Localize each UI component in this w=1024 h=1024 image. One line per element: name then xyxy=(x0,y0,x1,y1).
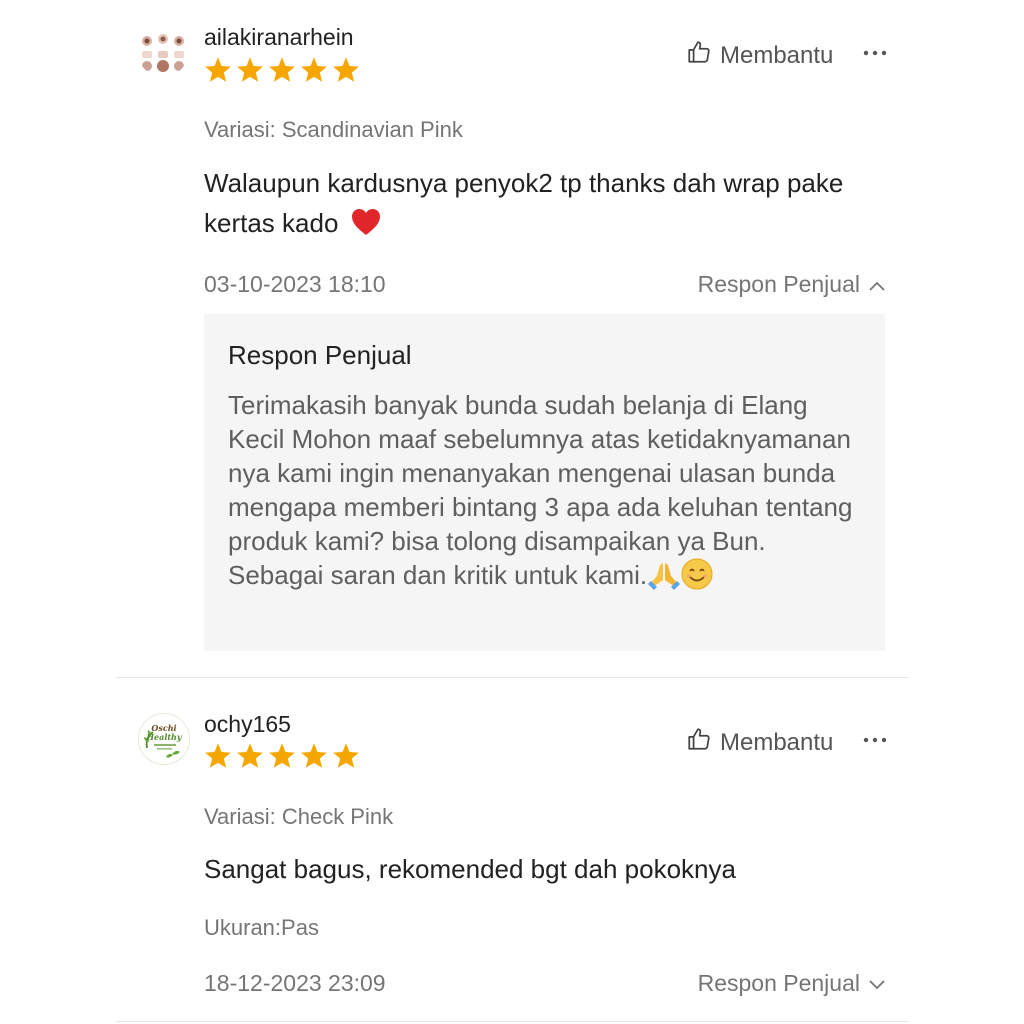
avatar[interactable]: Oschi Healthy xyxy=(138,713,190,765)
seller-response-toggle-label: Respon Penjual xyxy=(697,271,860,297)
avatar[interactable] xyxy=(138,27,188,77)
star-icon xyxy=(300,742,328,769)
seller-response-toggle[interactable]: Respon Penjual xyxy=(698,970,886,997)
variation-label: Variasi: Scandinavian Pink xyxy=(204,117,463,142)
seller-response-title: Respon Penjual xyxy=(228,340,412,370)
seller-response-body: Terimakasih banyak bunda sudah belanja d… xyxy=(228,390,853,590)
helpful-label: Membantu xyxy=(720,728,834,756)
size-note: Ukuran:Pas xyxy=(204,915,319,940)
seller-response-box: Respon Penjual Terimakasih banyak bunda … xyxy=(204,314,885,651)
star-icon xyxy=(204,742,232,769)
avatar-image: Oschi Healthy xyxy=(139,714,189,764)
chevron-up-icon xyxy=(868,271,886,298)
more-options-button[interactable] xyxy=(862,730,888,750)
thumbs-up-icon xyxy=(686,726,712,759)
review-timestamp: 03-10-2023 18:10 xyxy=(204,271,386,297)
review-timestamp: 18-12-2023 23:09 xyxy=(204,970,386,996)
more-horizontal-icon xyxy=(863,737,887,743)
username[interactable]: ailakiranarhein xyxy=(204,24,354,51)
star-icon xyxy=(300,56,328,83)
star-rating xyxy=(204,56,360,83)
seller-response-text: Terimakasih banyak bunda sudah belanja d… xyxy=(228,388,868,598)
more-options-button[interactable] xyxy=(862,43,888,63)
avatar-image xyxy=(138,27,188,77)
avatar-text-line-2: Healthy xyxy=(145,732,182,742)
chevron-down-icon xyxy=(868,970,886,997)
more-horizontal-icon xyxy=(863,50,887,56)
star-icon xyxy=(236,742,264,769)
star-icon xyxy=(332,56,360,83)
star-icon xyxy=(332,742,360,769)
divider xyxy=(116,1021,909,1022)
variation-label: Variasi: Check Pink xyxy=(204,804,394,829)
smiling-face-icon xyxy=(681,558,713,598)
review-comment: Sangat bagus, rekomended bgt dah pokokny… xyxy=(204,849,904,889)
review-comment: Walaupun kardusnya penyok2 tp thanks dah… xyxy=(204,163,904,248)
red-heart-icon xyxy=(350,207,382,248)
review-comment-text: Sangat bagus, rekomended bgt dah pokokny… xyxy=(204,854,736,884)
star-icon xyxy=(236,56,264,83)
review-item: ailakiranarhein Membantu Variasi: Scandi… xyxy=(0,0,1024,680)
seller-response-toggle-label: Respon Penjual xyxy=(697,970,860,996)
thumbs-up-icon xyxy=(686,39,712,72)
star-rating xyxy=(204,742,360,769)
star-icon xyxy=(268,56,296,83)
star-icon xyxy=(268,742,296,769)
review-item: Oschi Healthy ochy165 Membantu Variasi: … xyxy=(0,680,1024,1024)
helpful-label: Membantu xyxy=(720,41,834,69)
star-icon xyxy=(204,56,232,83)
helpful-button[interactable]: Membantu xyxy=(686,726,833,759)
divider xyxy=(116,677,909,678)
seller-response-toggle[interactable]: Respon Penjual xyxy=(698,271,886,298)
username[interactable]: ochy165 xyxy=(204,711,291,738)
review-comment-text: Walaupun kardusnya penyok2 tp thanks dah… xyxy=(204,168,844,238)
folded-hands-icon xyxy=(647,560,681,598)
helpful-button[interactable]: Membantu xyxy=(686,39,833,72)
